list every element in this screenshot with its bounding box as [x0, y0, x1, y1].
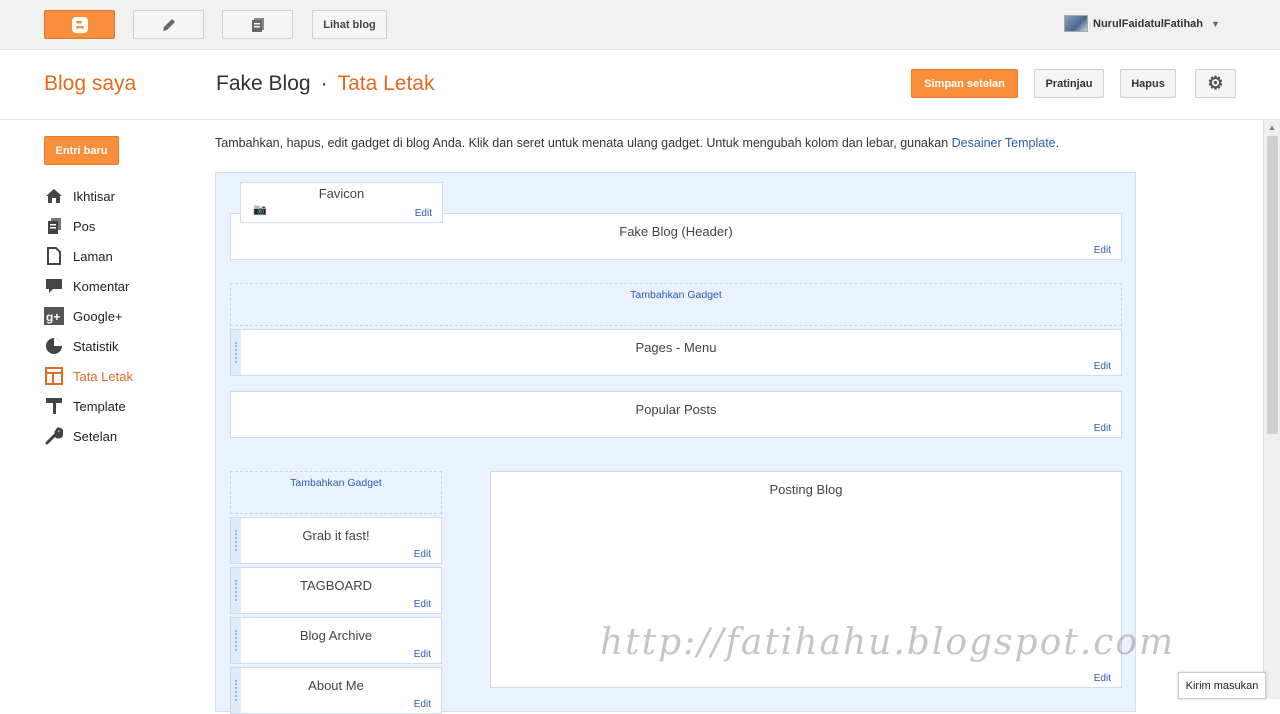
template-icon	[44, 396, 64, 416]
sidebar-item-label: Laman	[73, 248, 113, 264]
home-icon	[44, 186, 64, 206]
account-menu[interactable]: NurulFaidatulFatihah ▼	[1064, 15, 1220, 32]
gadget-title: TAGBOARD	[300, 578, 372, 593]
sidebar-item-label: Tata Letak	[73, 368, 133, 384]
sidebar-item-stats[interactable]: Statistik	[44, 331, 194, 361]
blog-name[interactable]: Fake Blog	[216, 72, 311, 95]
edit-link[interactable]: Edit	[1094, 423, 1111, 434]
add-gadget-link[interactable]: Tambahkan Gadget	[230, 471, 442, 514]
edit-link[interactable]: Edit	[414, 699, 431, 710]
sidebar-item-overview[interactable]: Ikhtisar	[44, 181, 194, 211]
feedback-button[interactable]: Kirim masukan	[1178, 672, 1266, 699]
sidebar-item-template[interactable]: Template	[44, 391, 194, 421]
favicon-gadget[interactable]: Favicon 📷 Edit	[240, 182, 443, 223]
popular-posts-gadget[interactable]: Popular Posts Edit	[230, 391, 1122, 438]
settings-button[interactable]: ⚙	[1195, 69, 1236, 98]
scrollbar-thumb[interactable]	[1267, 136, 1278, 434]
sidebar-item-comments[interactable]: Komentar	[44, 271, 194, 301]
main-content: Tambahkan, hapus, edit gadget di blog An…	[215, 136, 1265, 150]
my-blogs-link[interactable]: Blog saya	[44, 72, 136, 96]
sidebar-item-posts[interactable]: Pos	[44, 211, 194, 241]
gadget-title: Blog Archive	[299, 628, 373, 643]
edit-link[interactable]: Edit	[414, 599, 431, 610]
wrench-icon	[44, 426, 64, 446]
edit-link[interactable]: Edit	[1094, 673, 1111, 684]
gadget-title: Grab it fast!	[302, 528, 370, 543]
sidebar-gadget[interactable]: About Me Edit	[230, 667, 442, 714]
add-gadget-link[interactable]: Tambahkan Gadget	[230, 283, 1122, 326]
drag-handle[interactable]	[231, 618, 241, 663]
gadget-title: Favicon	[318, 186, 365, 201]
sidebar: Entri baru Ikhtisar Pos Laman Komentar g…	[44, 136, 194, 451]
posts-list-button[interactable]	[222, 10, 293, 39]
gadget-title: Popular Posts	[635, 402, 717, 417]
top-bar: Lihat blog NurulFaidatulFatihah ▼	[0, 0, 1280, 50]
drag-handle[interactable]	[231, 518, 241, 563]
intro-text: Tambahkan, hapus, edit gadget di blog An…	[215, 136, 1060, 150]
sidebar-item-label: Google+	[73, 308, 123, 324]
drag-handle[interactable]	[231, 330, 241, 375]
edit-link[interactable]: Edit	[414, 549, 431, 560]
sidebar-item-google-plus[interactable]: g+ Google+	[44, 301, 194, 331]
documents-icon	[251, 17, 264, 32]
drag-handle[interactable]	[231, 568, 241, 613]
pages-icon	[44, 246, 64, 266]
new-post-pencil-button[interactable]	[133, 10, 204, 39]
sidebar-item-label: Setelan	[73, 428, 118, 444]
stats-icon	[44, 336, 64, 356]
page-title: Tata Letak	[337, 72, 435, 95]
edit-link[interactable]: Edit	[415, 208, 432, 219]
sidebar-nav: Ikhtisar Pos Laman Komentar g+ Google+ S…	[44, 181, 194, 451]
sidebar-item-label: Template	[73, 398, 126, 414]
sidebar-item-settings[interactable]: Setelan	[44, 421, 194, 451]
edit-link[interactable]: Edit	[1094, 245, 1111, 256]
delete-button[interactable]: Hapus	[1120, 69, 1176, 98]
layout-icon	[44, 366, 64, 386]
preview-button[interactable]: Pratinjau	[1034, 69, 1104, 98]
pages-menu-gadget[interactable]: Pages - Menu Edit	[230, 329, 1122, 376]
page-header: Blog saya Fake Blog · Tata Letak Simpan se…	[0, 50, 1280, 120]
new-post-button[interactable]: Entri baru	[44, 136, 119, 165]
svg-text:g+: g+	[46, 310, 60, 324]
gadget-title: About Me	[308, 678, 364, 693]
chevron-down-icon: ▼	[1211, 18, 1220, 29]
drag-handle[interactable]	[231, 668, 241, 713]
comment-icon	[44, 276, 64, 296]
watermark: http://fatihahu.blogspot.com	[600, 622, 1176, 663]
blogger-icon	[71, 16, 88, 33]
edit-link[interactable]: Edit	[1094, 361, 1111, 372]
posts-icon	[44, 216, 64, 236]
gadget-title: Fake Blog (Header)	[619, 224, 733, 239]
gear-icon: ⚙	[1207, 73, 1224, 93]
camera-icon: 📷	[253, 204, 267, 216]
sidebar-item-pages[interactable]: Laman	[44, 241, 194, 271]
sidebar-item-layout[interactable]: Tata Letak	[44, 361, 194, 391]
save-button[interactable]: Simpan setelan	[911, 69, 1018, 98]
sidebar-gadget[interactable]: Grab it fast! Edit	[230, 517, 442, 564]
username: NurulFaidatulFatihah	[1093, 17, 1203, 30]
gadget-title: Pages - Menu	[635, 340, 717, 355]
sidebar-gadget[interactable]: Blog Archive Edit	[230, 617, 442, 664]
template-designer-link[interactable]: Desainer Template	[952, 136, 1056, 150]
sidebar-item-label: Komentar	[73, 278, 130, 294]
avatar	[1064, 15, 1088, 32]
view-blog-button[interactable]: Lihat blog	[312, 10, 387, 39]
gadget-title: Posting Blog	[769, 482, 843, 497]
pencil-icon	[162, 18, 175, 31]
sidebar-item-label: Statistik	[73, 338, 119, 354]
sidebar-item-label: Pos	[73, 218, 96, 234]
blogger-logo-button[interactable]	[44, 10, 115, 39]
sidebar-item-label: Ikhtisar	[73, 188, 115, 204]
sidebar-gadget[interactable]: TAGBOARD Edit	[230, 567, 442, 614]
breadcrumb-separator: ·	[320, 72, 328, 95]
breadcrumb: Fake Blog · Tata Letak	[216, 72, 434, 96]
edit-link[interactable]: Edit	[414, 649, 431, 660]
google-plus-icon: g+	[44, 306, 64, 326]
scroll-up-icon[interactable]: ▲	[1268, 123, 1276, 132]
scrollbar[interactable]: ▲	[1263, 120, 1280, 699]
